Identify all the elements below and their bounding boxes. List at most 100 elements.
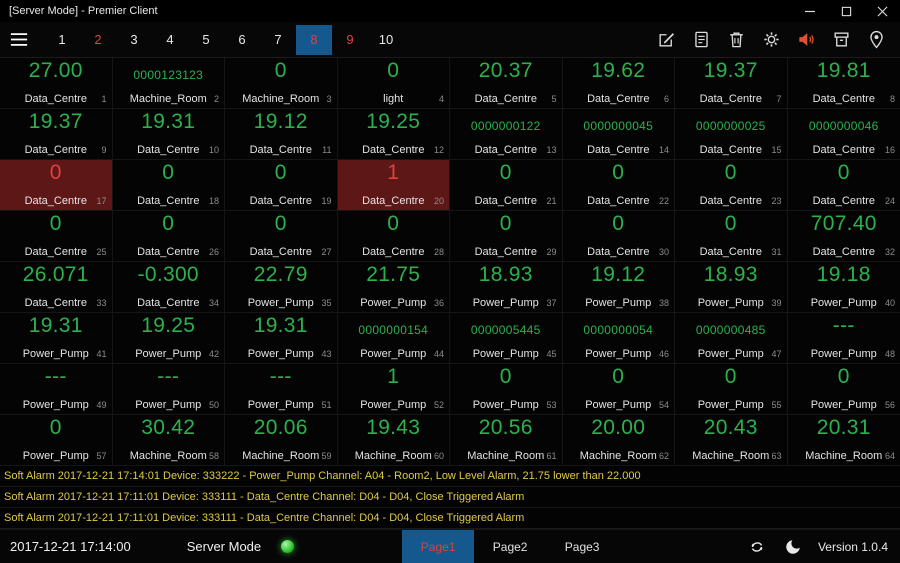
channel-tile[interactable]: 0 Data_Centre 19: [225, 160, 338, 211]
channel-tile[interactable]: 0 Data_Centre 22: [562, 160, 675, 211]
tile-label: Data_Centre: [362, 195, 425, 207]
channel-tile[interactable]: 19.43 Machine_Room 60: [337, 415, 450, 466]
night-mode-icon[interactable]: [784, 538, 802, 556]
maximize-button[interactable]: [828, 0, 864, 22]
channel-tile[interactable]: --- Power_Pump 51: [225, 364, 338, 415]
channel-tile[interactable]: 19.31 Data_Centre 10: [112, 109, 225, 160]
page-number-button[interactable]: 4: [152, 25, 188, 55]
channel-tile[interactable]: 19.37 Data_Centre 7: [675, 58, 788, 109]
tab-page1[interactable]: Page1: [402, 530, 475, 563]
page-number-button[interactable]: 6: [224, 25, 260, 55]
channel-tile[interactable]: 19.18 Power_Pump 40: [787, 262, 900, 313]
channel-tile[interactable]: 0 Power_Pump 54: [562, 364, 675, 415]
channel-tile[interactable]: 1 Data_Centre 20: [337, 160, 450, 211]
audio-alarm-icon[interactable]: [797, 30, 816, 49]
channel-tile[interactable]: 1 Power_Pump 52: [337, 364, 450, 415]
channel-tile[interactable]: 0 Data_Centre 26: [112, 211, 225, 262]
channel-tile[interactable]: 0 Data_Centre 23: [675, 160, 788, 211]
channel-tile[interactable]: 0 Data_Centre 25: [0, 211, 113, 262]
channel-tile[interactable]: 0000000054 Power_Pump 46: [562, 313, 675, 364]
channel-tile[interactable]: 0 light 4: [337, 58, 450, 109]
channel-tile[interactable]: 0 Data_Centre 21: [450, 160, 563, 211]
channel-tile[interactable]: 0000000154 Power_Pump 44: [337, 313, 450, 364]
tab-page2[interactable]: Page2: [474, 530, 546, 563]
alarm-message: Soft Alarm 2017-12-21 17:14:01 Device: 3…: [0, 466, 900, 487]
channel-tile[interactable]: 19.31 Power_Pump 41: [0, 313, 113, 364]
channel-tile[interactable]: --- Power_Pump 50: [112, 364, 225, 415]
channel-tile[interactable]: 0 Data_Centre 28: [337, 211, 450, 262]
channel-tile[interactable]: 0 Data_Centre 24: [787, 160, 900, 211]
channel-tile[interactable]: 22.79 Power_Pump 35: [225, 262, 338, 313]
channel-tile[interactable]: 19.12 Power_Pump 38: [562, 262, 675, 313]
channel-tile[interactable]: 19.62 Data_Centre 6: [562, 58, 675, 109]
page-number-button[interactable]: 2: [80, 25, 116, 55]
channel-tile[interactable]: 0000000122 Data_Centre 13: [450, 109, 563, 160]
channel-tile[interactable]: 21.75 Power_Pump 36: [337, 262, 450, 313]
report-icon[interactable]: [692, 30, 711, 49]
channel-tile[interactable]: 0 Data_Centre 17: [0, 160, 113, 211]
tile-index: 33: [96, 298, 107, 308]
location-icon[interactable]: [867, 30, 886, 49]
channel-tile[interactable]: 0 Machine_Room 3: [225, 58, 338, 109]
channel-tile[interactable]: 19.25 Power_Pump 42: [112, 313, 225, 364]
channel-tile[interactable]: 0000000485 Power_Pump 47: [675, 313, 788, 364]
channel-tile[interactable]: 19.12 Data_Centre 11: [225, 109, 338, 160]
channel-tile[interactable]: 20.00 Machine_Room 62: [562, 415, 675, 466]
page-number-button[interactable]: 5: [188, 25, 224, 55]
channel-tile[interactable]: 19.25 Data_Centre 12: [337, 109, 450, 160]
channel-tile[interactable]: 26.071 Data_Centre 33: [0, 262, 113, 313]
channel-tile[interactable]: 0 Power_Pump 57: [0, 415, 113, 466]
channel-tile[interactable]: 18.93 Power_Pump 37: [450, 262, 563, 313]
channel-tile[interactable]: 20.06 Machine_Room 59: [225, 415, 338, 466]
channel-tile[interactable]: 0 Data_Centre 30: [562, 211, 675, 262]
channel-tile[interactable]: 0 Data_Centre 31: [675, 211, 788, 262]
channel-tile[interactable]: 18.93 Power_Pump 39: [675, 262, 788, 313]
channel-tile[interactable]: -0.300 Data_Centre 34: [112, 262, 225, 313]
sync-icon[interactable]: [747, 537, 767, 557]
settings-icon[interactable]: [762, 30, 781, 49]
channel-tile[interactable]: 0 Data_Centre 29: [450, 211, 563, 262]
channel-tile[interactable]: 20.37 Data_Centre 5: [450, 58, 563, 109]
channel-tile[interactable]: 27.00 Data_Centre 1: [0, 58, 113, 109]
tile-value: 0000000025: [695, 119, 766, 133]
channel-tile[interactable]: 0 Power_Pump 56: [787, 364, 900, 415]
channel-tile[interactable]: 0 Data_Centre 18: [112, 160, 225, 211]
channel-tile[interactable]: 30.42 Machine_Room 58: [112, 415, 225, 466]
channel-tile[interactable]: 0000000046 Data_Centre 16: [787, 109, 900, 160]
channel-tile[interactable]: 20.31 Machine_Room 64: [787, 415, 900, 466]
tile-label: Power_Pump: [22, 348, 89, 360]
channel-tile[interactable]: 0000000045 Data_Centre 14: [562, 109, 675, 160]
delete-icon[interactable]: [727, 30, 746, 49]
page-number-button[interactable]: 10: [368, 25, 404, 55]
page-number-button[interactable]: 9: [332, 25, 368, 55]
channel-tile[interactable]: 0000000025 Data_Centre 15: [675, 109, 788, 160]
channel-tile[interactable]: 19.37 Data_Centre 9: [0, 109, 113, 160]
channel-tile[interactable]: 0 Data_Centre 27: [225, 211, 338, 262]
tile-index: 31: [771, 247, 782, 257]
channel-tile[interactable]: 0 Power_Pump 53: [450, 364, 563, 415]
channel-tile[interactable]: 0000005445 Power_Pump 45: [450, 313, 563, 364]
channel-tile[interactable]: 19.81 Data_Centre 8: [787, 58, 900, 109]
page-number-button[interactable]: 7: [260, 25, 296, 55]
channel-tile[interactable]: 20.43 Machine_Room 63: [675, 415, 788, 466]
channel-tile[interactable]: 20.56 Machine_Room 61: [450, 415, 563, 466]
status-icons: [747, 537, 802, 557]
channel-tile[interactable]: --- Power_Pump 48: [787, 313, 900, 364]
minimize-button[interactable]: [792, 0, 828, 22]
close-button[interactable]: [864, 0, 900, 22]
tab-page3[interactable]: Page3: [546, 530, 618, 563]
clear-alarm-icon[interactable]: [832, 30, 851, 49]
tile-value: 19.12: [253, 110, 308, 133]
page-number-button[interactable]: 1: [44, 25, 80, 55]
channel-tile[interactable]: 19.31 Power_Pump 43: [225, 313, 338, 364]
tile-index: 17: [96, 196, 107, 206]
channel-tile[interactable]: --- Power_Pump 49: [0, 364, 113, 415]
edit-icon[interactable]: [657, 30, 676, 49]
tile-value: 19.31: [253, 314, 308, 337]
channel-tile[interactable]: 0 Power_Pump 55: [675, 364, 788, 415]
channel-tile[interactable]: 0000123123 Machine_Room 2: [112, 58, 225, 109]
hamburger-menu-icon[interactable]: [0, 32, 38, 47]
channel-tile[interactable]: 707.40 Data_Centre 32: [787, 211, 900, 262]
page-number-button[interactable]: 8: [296, 24, 332, 55]
page-number-button[interactable]: 3: [116, 25, 152, 55]
